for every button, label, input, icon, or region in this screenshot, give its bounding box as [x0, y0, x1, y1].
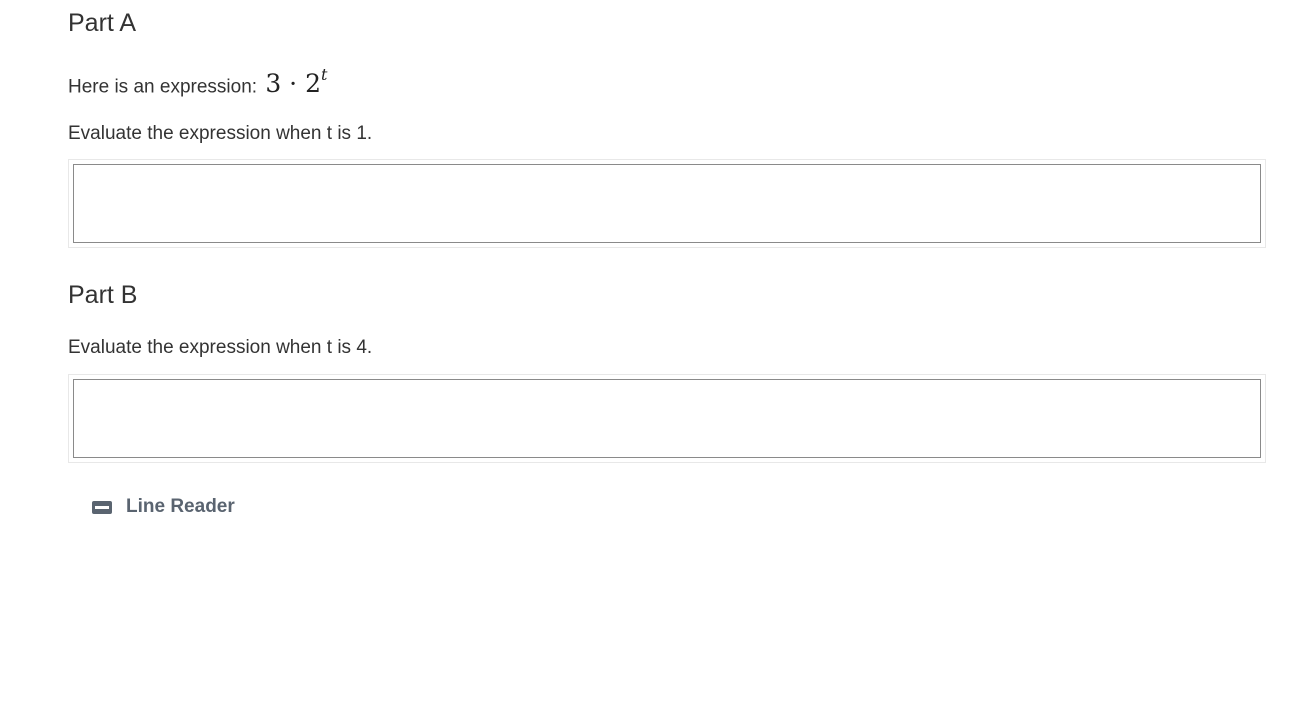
part-a-answer-container: [68, 159, 1266, 248]
part-b-heading: Part B: [68, 281, 138, 309]
part-b-answer-input[interactable]: [73, 379, 1261, 458]
part-a-heading: Part A: [68, 9, 137, 37]
line-reader-icon: [92, 500, 112, 514]
line-reader-button[interactable]: Line Reader: [92, 496, 235, 518]
part-b-question: Evaluate the expression when t is 4.: [68, 337, 373, 358]
line-reader-label: Line Reader: [126, 496, 235, 517]
part-a-intro: Here is an expression: 3 · 2t: [68, 65, 327, 99]
math-expression-exponent: t: [320, 65, 328, 84]
part-a-answer-input[interactable]: [73, 164, 1261, 243]
part-a-intro-text: Here is an expression:: [68, 76, 263, 98]
part-b-answer-container: [68, 374, 1266, 463]
part-a-question: Evaluate the expression when t is 1.: [68, 123, 373, 144]
math-expression: 3 · 2t: [265, 65, 327, 99]
math-expression-base: 3 · 2: [265, 69, 321, 99]
